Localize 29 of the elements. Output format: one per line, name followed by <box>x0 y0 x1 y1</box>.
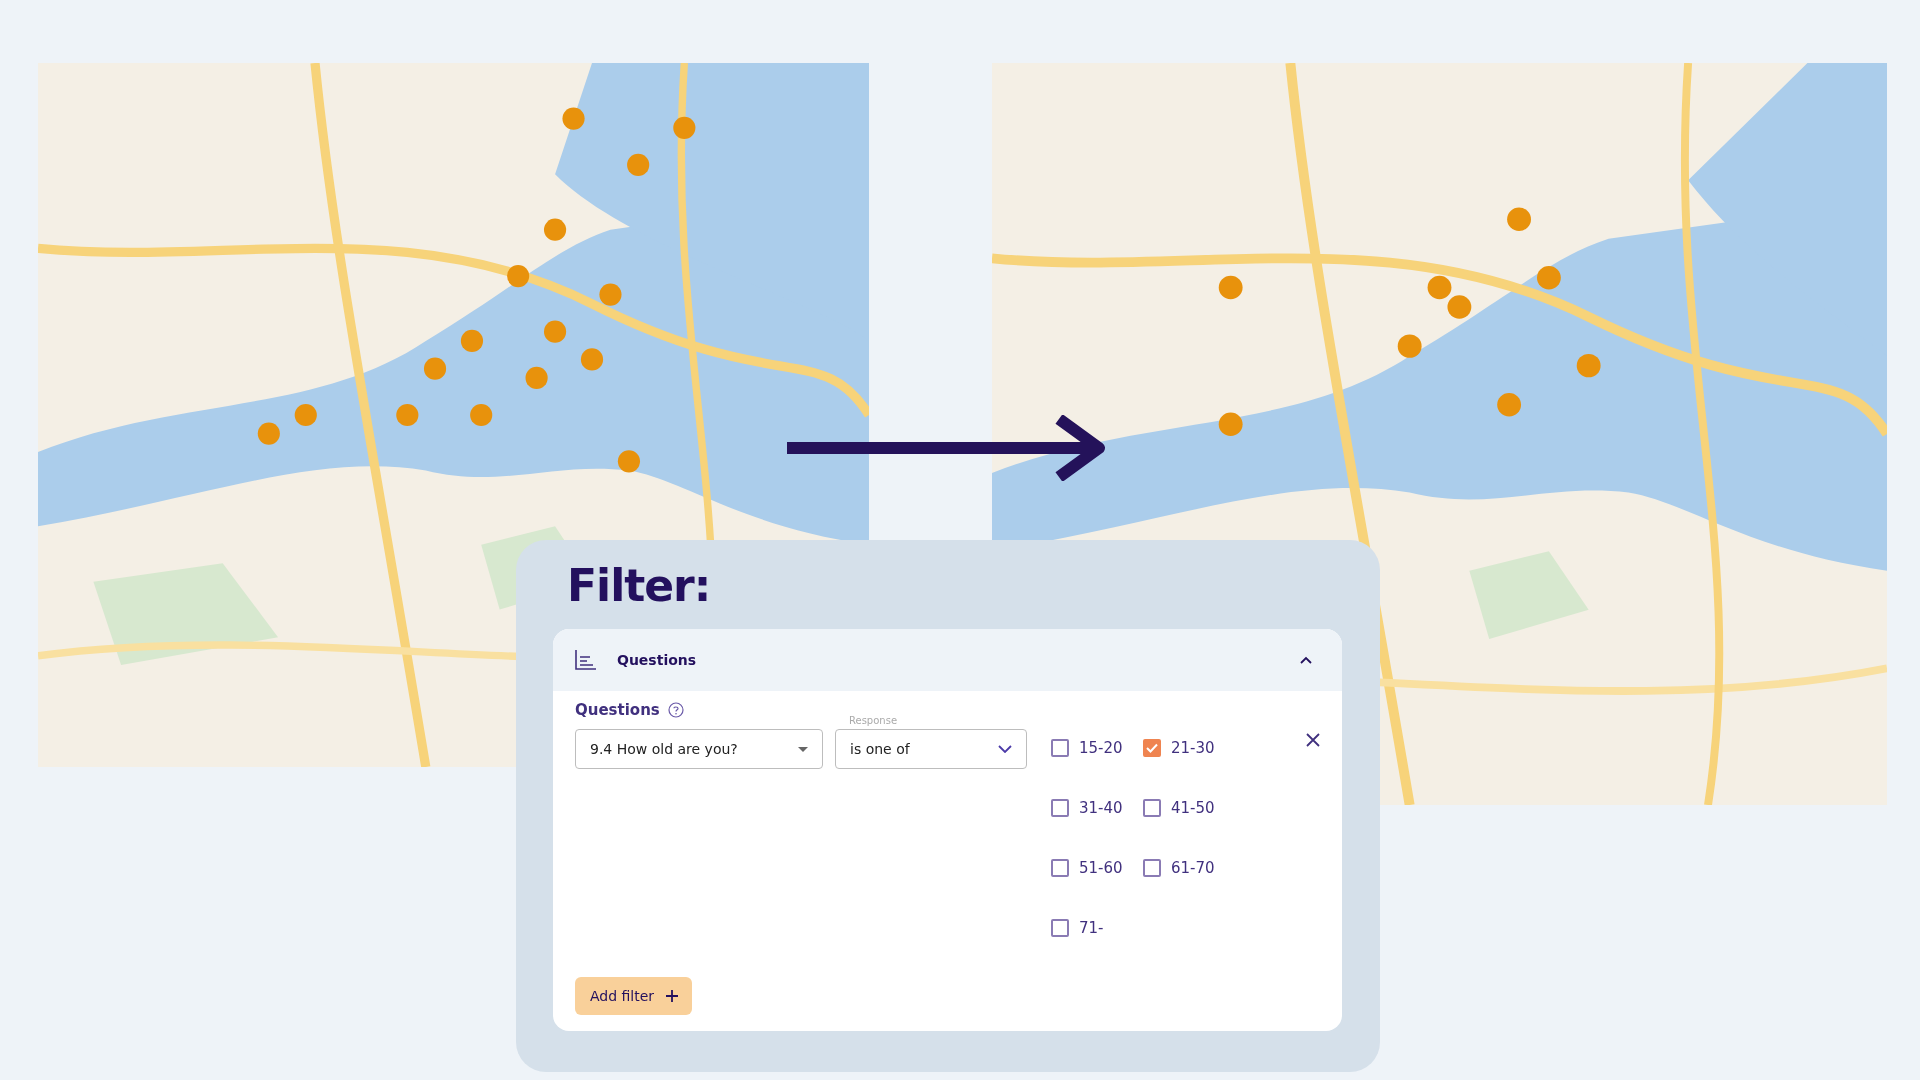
section-header[interactable]: Questions <box>553 629 1342 691</box>
option-label: 21-30 <box>1171 739 1215 757</box>
checkbox[interactable] <box>1051 859 1069 877</box>
option-label: 51-60 <box>1079 859 1123 877</box>
section-title: Questions <box>617 652 698 668</box>
checkbox[interactable] <box>1143 859 1161 877</box>
add-filter-button[interactable]: Add filter <box>575 977 693 1015</box>
chevron-icon[interactable] <box>1300 656 1312 664</box>
question-select[interactable]: 9.4 How old are you? <box>575 729 823 769</box>
option-label: 71- <box>1079 919 1104 937</box>
option-label: 61-70 <box>1171 859 1215 877</box>
close-icon[interactable] <box>1306 733 1320 747</box>
option-label: 31-40 <box>1079 799 1123 817</box>
checkbox[interactable] <box>1051 919 1069 937</box>
chevron-icon <box>998 745 1012 753</box>
help-icon[interactable] <box>667 702 684 718</box>
response-label: Response <box>848 715 899 727</box>
checkbox[interactable] <box>1051 739 1069 757</box>
option-label: 41-50 <box>1171 799 1215 817</box>
field-label: Questions <box>575 701 660 719</box>
chart-icon <box>575 650 597 670</box>
checkbox[interactable] <box>1051 799 1069 817</box>
caret-icon <box>798 746 808 752</box>
option-label: 15-20 <box>1079 739 1123 757</box>
filter-title: Filter: <box>567 560 712 611</box>
checkbox[interactable] <box>1143 739 1161 757</box>
checkbox[interactable] <box>1143 799 1161 817</box>
response-select[interactable]: is one of <box>835 729 1027 769</box>
plus-icon <box>666 990 679 1002</box>
